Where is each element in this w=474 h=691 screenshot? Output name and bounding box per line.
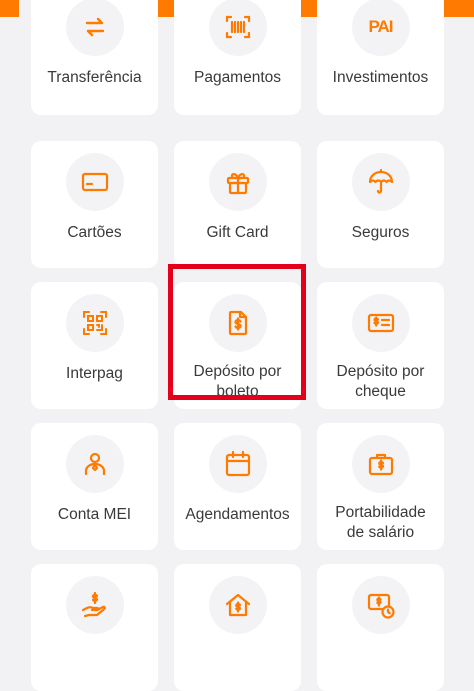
pai-logo-icon: PAI	[368, 17, 393, 36]
hand-money-icon	[81, 591, 106, 618]
money-clock-icon	[367, 593, 395, 619]
tile-label: Seguros	[351, 224, 410, 241]
icon-circle	[65, 0, 124, 56]
accent-bar-right	[444, 0, 474, 17]
icon-circle	[351, 153, 410, 211]
tile-pagamentos[interactable]: Pagamentos	[174, 0, 301, 115]
icon-circle	[208, 153, 267, 211]
tile-label: Depósito por boleto	[193, 363, 282, 400]
tile-label: Investimentos	[332, 69, 429, 86]
calendar-icon	[225, 450, 250, 477]
card-icon	[81, 172, 108, 192]
cheque-icon	[367, 313, 394, 333]
icon-circle	[65, 153, 124, 211]
icon-circle: PAI	[351, 0, 410, 56]
tile-investimentos[interactable]: PAI Investimentos	[317, 0, 444, 115]
tile-label: Gift Card	[206, 224, 269, 241]
tile-money-clock[interactable]	[317, 564, 444, 691]
icon-circle	[65, 576, 124, 634]
tile-label: Depósito por cheque	[336, 363, 425, 400]
tile-cartoes[interactable]: Cartões	[31, 141, 158, 268]
house-money-icon	[225, 593, 250, 617]
umbrella-icon	[368, 168, 393, 194]
icon-circle	[208, 576, 267, 634]
person-icon	[84, 452, 105, 476]
icon-circle	[351, 435, 410, 493]
tile-label: Agendamentos	[185, 506, 290, 523]
tile-transferencia[interactable]: Transferência	[31, 0, 158, 115]
tile-label: Portabilidade de salário	[335, 504, 426, 541]
tile-label: Conta MEI	[57, 506, 132, 523]
icon-circle	[351, 576, 410, 634]
icon-circle	[351, 294, 410, 352]
tile-label: Interpag	[66, 365, 123, 382]
tile-agendamentos[interactable]: Agendamentos	[174, 423, 301, 550]
briefcase-icon	[368, 453, 393, 476]
icon-circle	[208, 0, 267, 56]
barcode-scan-icon	[225, 15, 250, 39]
tile-label: Cartões	[67, 224, 122, 241]
tile-deposito-boleto[interactable]: Depósito por boleto	[174, 282, 301, 409]
services-grid: Transferência Pagamentos PAI Investiment…	[31, 0, 444, 691]
boleto-document-icon	[228, 310, 247, 336]
accent-bar-left	[0, 0, 19, 17]
tile-label: Pagamentos	[193, 69, 282, 86]
icon-circle	[208, 435, 267, 493]
tile-deposito-cheque[interactable]: Depósito por cheque	[317, 282, 444, 409]
tile-portabilidade-salario[interactable]: Portabilidade de salário	[317, 423, 444, 550]
gift-icon	[226, 173, 249, 195]
icon-circle	[208, 294, 267, 352]
tile-conta-mei[interactable]: Conta MEI	[31, 423, 158, 550]
tile-interpag[interactable]: Interpag	[31, 282, 158, 409]
tile-seguros[interactable]: Seguros	[317, 141, 444, 268]
tile-house-money[interactable]	[174, 564, 301, 691]
icon-circle	[65, 294, 124, 352]
qr-code-icon	[82, 311, 107, 335]
icon-circle	[65, 435, 124, 493]
tile-hand-money[interactable]	[31, 564, 158, 691]
tile-label: Transferência	[47, 69, 142, 86]
tile-gift-card[interactable]: Gift Card	[174, 141, 301, 268]
transfer-arrows-icon	[85, 17, 104, 37]
